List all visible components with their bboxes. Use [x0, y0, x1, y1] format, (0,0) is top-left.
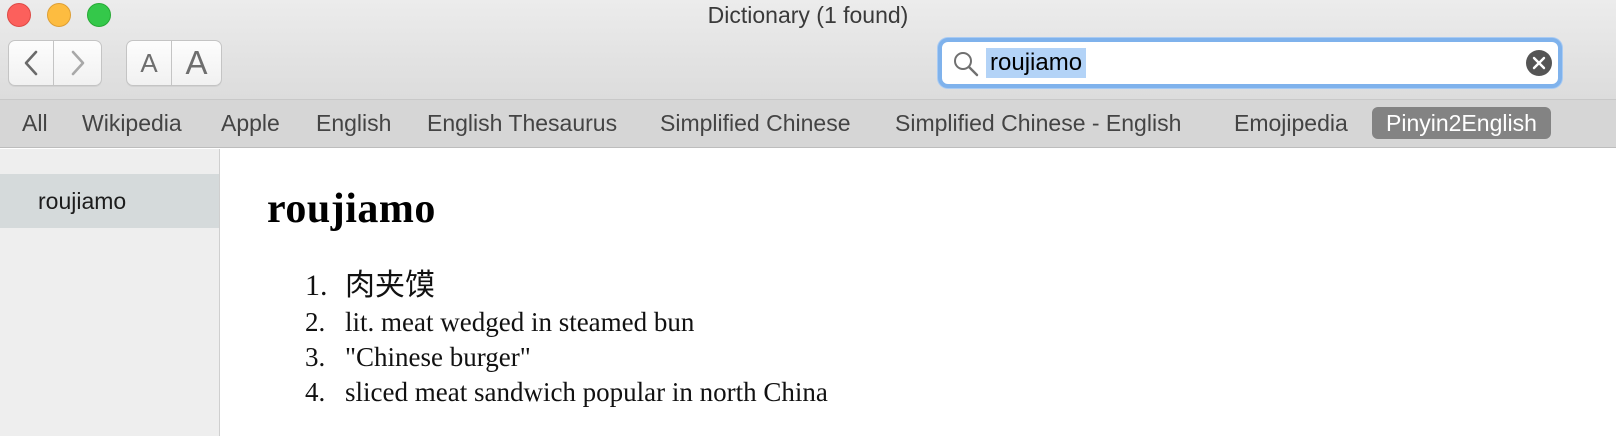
definition-text: 肉夹馍 — [345, 269, 435, 302]
search-field[interactable]: roujiamo — [938, 38, 1562, 88]
definition-text: "Chinese burger" — [345, 342, 531, 372]
definition-item: 3. "Chinese burger" — [305, 340, 828, 375]
definition-item: 4. sliced meat sandwich popular in north … — [305, 375, 828, 410]
definition-number: 1. — [305, 269, 328, 302]
increase-font-button[interactable]: A — [172, 40, 222, 86]
tab-simplified-chinese-english[interactable]: Simplified Chinese - English — [895, 107, 1181, 139]
definition-number: 3. — [305, 342, 326, 372]
search-input[interactable]: roujiamo — [986, 48, 1087, 78]
chevron-left-icon — [24, 50, 38, 76]
window-titlebar: Dictionary (1 found) A A roujiamo — [0, 0, 1616, 100]
source-tabs: All Wikipedia Apple English English Thes… — [0, 100, 1616, 148]
definition-list: 1. 肉夹馍 2. lit. meat wedged in steamed bun … — [305, 267, 828, 410]
entry-headword: roujiamo — [267, 186, 436, 232]
results-sidebar: roujiamo — [0, 149, 220, 436]
definition-text: sliced meat sandwich popular in north Ch… — [345, 377, 828, 407]
tab-emojipedia[interactable]: Emojipedia — [1234, 107, 1348, 139]
definition-number: 4. — [305, 377, 326, 407]
definition-item: 1. 肉夹馍 — [305, 267, 828, 305]
window-title: Dictionary (1 found) — [707, 2, 909, 28]
back-button[interactable] — [8, 40, 54, 86]
forward-button[interactable] — [54, 40, 102, 86]
tab-english[interactable]: English — [316, 107, 391, 139]
font-larger-label: A — [185, 44, 208, 81]
font-smaller-label: A — [140, 47, 158, 78]
tab-wikipedia[interactable]: Wikipedia — [82, 107, 182, 139]
clear-icon[interactable] — [1526, 50, 1552, 76]
tab-pinyin2english[interactable]: Pinyin2English — [1372, 107, 1551, 139]
tab-english-thesaurus[interactable]: English Thesaurus — [427, 107, 617, 139]
definition-text: lit. meat wedged in steamed bun — [345, 307, 695, 337]
definition-item: 2. lit. meat wedged in steamed bun — [305, 305, 828, 340]
tab-simplified-chinese[interactable]: Simplified Chinese — [660, 107, 850, 139]
decrease-font-button[interactable]: A — [126, 40, 172, 86]
sidebar-item-roujiamo[interactable]: roujiamo — [0, 174, 219, 228]
definition-number: 2. — [305, 307, 326, 337]
chevron-right-icon — [71, 50, 84, 76]
search-icon — [954, 52, 979, 77]
entry-content: roujiamo 1. 肉夹馍 2. lit. meat wedged in ste… — [221, 149, 1616, 436]
tab-apple[interactable]: Apple — [221, 107, 280, 139]
tab-all[interactable]: All — [22, 107, 48, 139]
